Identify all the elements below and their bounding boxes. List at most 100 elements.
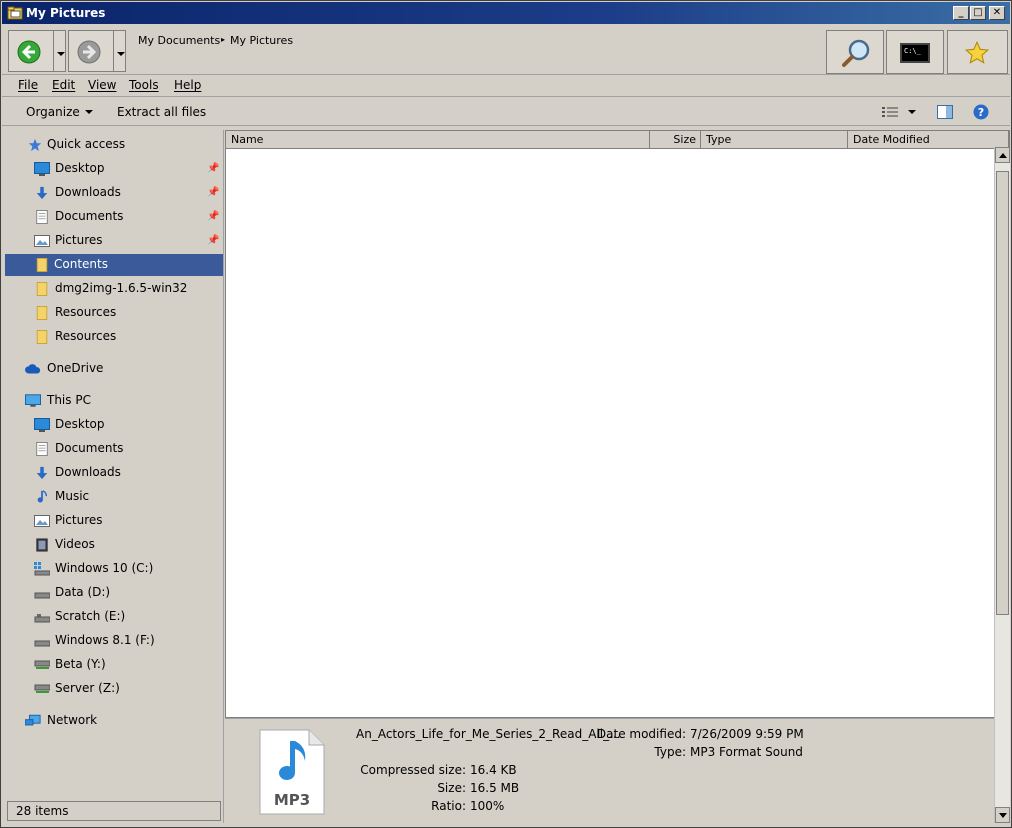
tree-item-onedrive[interactable]: OneDrive [5, 358, 223, 380]
tree-item-pc-downloads[interactable]: Downloads [5, 462, 223, 484]
breadcrumb-my-pictures[interactable]: My Pictures [230, 34, 293, 47]
maximize-icon: □ [973, 7, 983, 18]
menu-edit[interactable]: Edit [52, 78, 75, 92]
close-button[interactable]: ✕ [989, 6, 1005, 20]
tree-item-pc-pictures[interactable]: Pictures [5, 510, 223, 532]
drive-icon [34, 640, 50, 647]
details-size: 16.5 MB [470, 781, 520, 795]
column-label: Type [706, 133, 732, 146]
tree-item-contents[interactable]: Contents [5, 254, 223, 276]
file-list[interactable]: Name Size Type Date Modified [225, 130, 1010, 718]
tree-item-drive-d[interactable]: Data (D:) [5, 582, 223, 604]
extract-all-button[interactable]: Extract all files [117, 105, 206, 119]
tree-label: Videos [55, 537, 95, 551]
tree-item-network[interactable]: Network [5, 710, 223, 732]
minimize-button[interactable]: _ [953, 6, 969, 20]
tree-item-resources-2[interactable]: Resources [5, 326, 223, 348]
details-label: Type: [654, 745, 686, 759]
menu-view[interactable]: View [88, 78, 116, 92]
tree-item-drive-y[interactable]: Beta (Y:) [5, 654, 223, 676]
breadcrumb-my-documents[interactable]: My Documents [138, 34, 220, 47]
column-header-type[interactable]: Type [701, 131, 848, 149]
download-arrow-icon [36, 466, 48, 480]
scroll-up-button[interactable] [995, 147, 1010, 163]
breadcrumb-separator-icon: ▸ [221, 35, 226, 44]
tree-item-drive-e[interactable]: Scratch (E:) [5, 606, 223, 628]
organize-button[interactable]: Organize [26, 105, 93, 119]
tree-item-pc-music[interactable]: Music [5, 486, 223, 508]
console-button[interactable]: C:\_ [886, 30, 944, 74]
back-button[interactable] [8, 30, 66, 72]
tree-label: Quick access [47, 137, 126, 151]
column-header-date-modified[interactable]: Date Modified [848, 131, 1009, 149]
svg-text:?: ? [978, 106, 984, 119]
forward-history-arrow-icon[interactable] [117, 52, 125, 56]
menu-tools[interactable]: Tools [129, 78, 159, 92]
scroll-down-button[interactable] [995, 807, 1010, 823]
magnifier-icon [842, 39, 870, 67]
favorites-button[interactable] [947, 30, 1008, 74]
tree-item-quick-access[interactable]: Quick access [5, 134, 223, 156]
column-header-name[interactable]: Name [226, 131, 650, 149]
tree-item-drive-z[interactable]: Server (Z:) [5, 678, 223, 700]
tree-item-documents[interactable]: Documents 📌 [5, 206, 223, 228]
forward-arrow-icon [77, 40, 101, 64]
column-header-size[interactable]: Size [650, 131, 701, 149]
tree-label: dmg2img-1.6.5-win32 [55, 281, 188, 295]
organize-label: Organize [26, 105, 80, 119]
scroll-thumb[interactable] [996, 171, 1009, 615]
view-options-arrow-icon[interactable] [908, 110, 916, 114]
arrow-up-icon [999, 153, 1007, 158]
tree-label: Pictures [55, 233, 103, 247]
tree-item-resources-1[interactable]: Resources [5, 302, 223, 324]
music-note-icon [37, 490, 48, 503]
tree-label: Resources [55, 305, 117, 319]
tree-label: Downloads [55, 465, 121, 479]
tree-item-pc-desktop[interactable]: Desktop [5, 414, 223, 436]
explorer-window: My Pictures _ □ ✕ My Documents ▸ My Pict… [0, 0, 1012, 828]
minimize-icon: _ [958, 7, 964, 18]
tree-item-pictures[interactable]: Pictures 📌 [5, 230, 223, 252]
menu-file[interactable]: File [18, 78, 38, 92]
drive-icon [34, 592, 50, 599]
help-icon[interactable]: ? [973, 104, 989, 120]
windows-drive-icon [34, 562, 50, 576]
folder-icon [36, 306, 48, 320]
window-title: My Pictures [26, 6, 106, 20]
tree-item-drive-f[interactable]: Windows 8.1 (F:) [5, 630, 223, 652]
pictures-icon [34, 235, 50, 247]
removable-drive-icon [34, 614, 50, 623]
view-details-icon[interactable] [882, 106, 898, 118]
tree-item-pc-documents[interactable]: Documents [5, 438, 223, 460]
menu-bar: File Edit View Tools Help [2, 75, 1010, 97]
vertical-scrollbar[interactable] [994, 147, 1010, 823]
command-prompt-icon: C:\_ [900, 43, 930, 63]
pin-icon: 📌 [207, 211, 220, 222]
forward-button[interactable] [68, 30, 126, 72]
tree-item-desktop[interactable]: Desktop 📌 [5, 158, 223, 180]
mp3-file-icon: MP3 [259, 729, 325, 815]
folder-icon [36, 282, 48, 296]
tree-item-drive-c[interactable]: Windows 10 (C:) [5, 558, 223, 580]
tree-label: Contents [54, 257, 108, 271]
tree-item-downloads[interactable]: Downloads 📌 [5, 182, 223, 204]
tree-label: Resources [55, 329, 117, 343]
menu-help[interactable]: Help [174, 78, 201, 92]
network-drive-icon [34, 684, 50, 693]
title-bar[interactable]: My Pictures _ □ ✕ [2, 2, 1010, 24]
item-count: 28 items [16, 804, 69, 818]
tree-label: Music [55, 489, 90, 503]
tree-item-pc-videos[interactable]: Videos [5, 534, 223, 556]
preview-pane-icon[interactable] [937, 105, 953, 119]
tree-label: Network [47, 713, 98, 727]
column-label: Name [231, 133, 264, 146]
tree-item-dmg2img[interactable]: dmg2img-1.6.5-win32 [5, 278, 223, 300]
search-button[interactable] [826, 30, 884, 74]
back-history-arrow-icon[interactable] [57, 52, 65, 56]
computer-icon [25, 394, 41, 407]
maximize-button[interactable]: □ [970, 6, 986, 20]
tree-item-this-pc[interactable]: This PC [5, 390, 223, 412]
details-label: Size: [437, 781, 466, 795]
console-text: C:\_ [904, 47, 921, 55]
back-arrow-icon [17, 40, 41, 64]
